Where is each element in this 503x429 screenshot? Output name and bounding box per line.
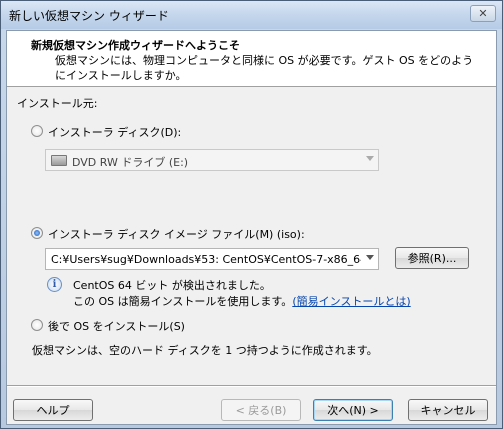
footer-separator bbox=[7, 385, 496, 387]
disc-drive-value: DVD RW ドライブ (E:) bbox=[72, 156, 189, 169]
wizard-window: 新しい仮想マシン ウィザード ✕ 新規仮想マシン作成ウィザードへようこそ 仮想マ… bbox=[0, 0, 503, 429]
iso-path-value[interactable]: C:¥Users¥sug¥Downloads¥53: CentOS¥CentOS… bbox=[51, 253, 361, 266]
easy-install-prefix: この OS は簡易インストールを使用します。 bbox=[73, 295, 293, 308]
close-icon: ✕ bbox=[478, 7, 488, 20]
install-source-label: インストール元: bbox=[17, 97, 98, 110]
dvd-drive-icon bbox=[51, 155, 67, 166]
header-title: 新規仮想マシン作成ウィザードへようこそ bbox=[31, 39, 240, 52]
browse-button[interactable]: 参照(R)... bbox=[395, 247, 469, 269]
header-description: 仮想マシンには、物理コンピュータと同様に OS が必要です。ゲスト OS をどの… bbox=[55, 54, 474, 82]
cancel-button[interactable]: キャンセル bbox=[408, 399, 488, 421]
later-option-description: 仮想マシンは、空のハード ディスクを 1 つ持つように作成されます。 bbox=[32, 344, 378, 357]
info-icon: i bbox=[47, 277, 62, 292]
disc-option-radio[interactable] bbox=[31, 125, 43, 137]
next-button[interactable]: 次へ(N) > bbox=[313, 399, 393, 421]
easy-install-text: この OS は簡易インストールを使用します。(簡易インストールとは) bbox=[73, 293, 411, 309]
detected-os-text: CentOS 64 ビット が検出されました。 bbox=[73, 279, 271, 292]
later-option-radio[interactable] bbox=[31, 319, 43, 331]
iso-path-combobox[interactable]: C:¥Users¥sug¥Downloads¥53: CentOS¥CentOS… bbox=[45, 248, 379, 270]
wizard-client-area: 新規仮想マシン作成ウィザードへようこそ 仮想マシンには、物理コンピュータと同様に… bbox=[6, 30, 497, 425]
chevron-down-icon bbox=[366, 156, 374, 161]
window-title: 新しい仮想マシン ウィザード bbox=[9, 9, 169, 23]
disc-option-label[interactable]: インストーラ ディスク(D): bbox=[48, 124, 181, 140]
close-button[interactable]: ✕ bbox=[470, 5, 496, 22]
easy-install-link[interactable]: (簡易インストールとは) bbox=[292, 295, 410, 308]
later-option-label[interactable]: 後で OS をインストール(S) bbox=[48, 318, 185, 334]
iso-option-label[interactable]: インストーラ ディスク イメージ ファイル(M) (iso): bbox=[48, 226, 305, 242]
iso-option-radio[interactable] bbox=[31, 227, 43, 239]
help-button[interactable]: ヘルプ bbox=[13, 399, 93, 421]
title-bar[interactable]: 新しい仮想マシン ウィザード ✕ bbox=[1, 1, 502, 29]
chevron-down-icon[interactable] bbox=[366, 255, 374, 260]
wizard-header: 新規仮想マシン作成ウィザードへようこそ 仮想マシンには、物理コンピュータと同様に… bbox=[7, 31, 496, 87]
disc-drive-select[interactable]: DVD RW ドライブ (E:) bbox=[45, 149, 379, 171]
back-button[interactable]: < 戻る(B) bbox=[221, 399, 301, 421]
